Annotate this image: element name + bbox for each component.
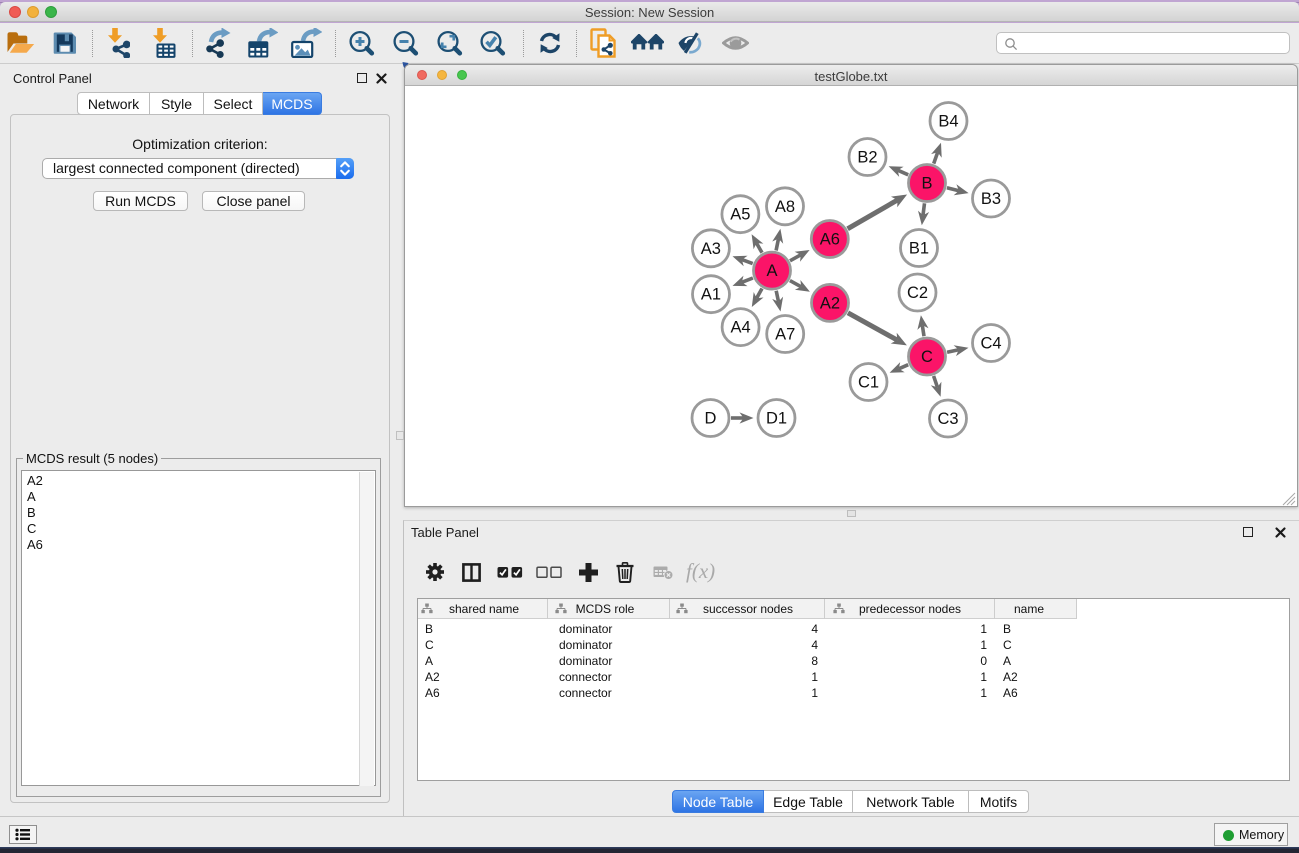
- svg-text:A5: A5: [730, 206, 750, 224]
- svg-text:C: C: [921, 348, 933, 366]
- svg-text:B: B: [921, 175, 932, 193]
- svg-text:B4: B4: [938, 113, 958, 131]
- svg-text:B2: B2: [857, 149, 877, 167]
- svg-text:B1: B1: [909, 240, 929, 258]
- svg-text:A6: A6: [820, 231, 840, 249]
- svg-text:C1: C1: [858, 374, 879, 392]
- svg-text:C3: C3: [937, 410, 958, 428]
- svg-text:A: A: [766, 262, 777, 280]
- svg-text:B3: B3: [981, 190, 1001, 208]
- svg-text:A4: A4: [731, 319, 751, 337]
- svg-text:A2: A2: [820, 294, 840, 312]
- svg-text:A8: A8: [775, 198, 795, 216]
- svg-text:A1: A1: [701, 286, 721, 304]
- svg-text:A3: A3: [701, 240, 721, 258]
- svg-text:A7: A7: [775, 326, 795, 344]
- svg-text:D1: D1: [766, 410, 787, 428]
- svg-text:C2: C2: [907, 284, 928, 302]
- svg-text:C4: C4: [980, 335, 1001, 353]
- svg-text:D: D: [705, 410, 717, 428]
